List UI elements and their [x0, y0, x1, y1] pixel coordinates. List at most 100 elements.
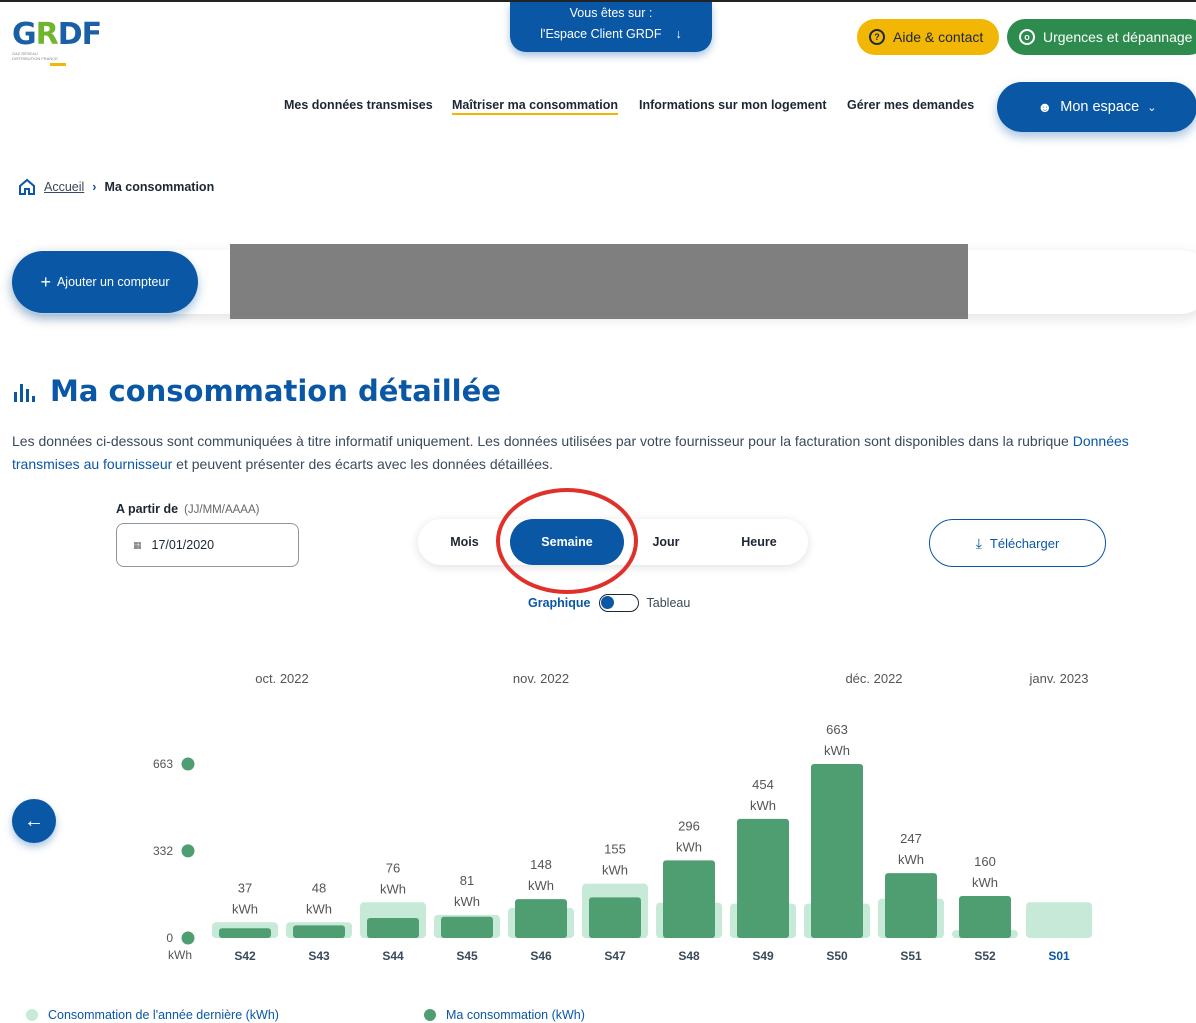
bar-my-consumption: [663, 860, 715, 938]
add-compteur-button[interactable]: + Ajouter un compteur: [12, 251, 198, 313]
bar-unit-label: kWh: [232, 901, 258, 916]
bar-unit-label: kWh: [676, 839, 702, 854]
toggle-graphique[interactable]: Graphique: [528, 596, 591, 610]
bar-value-label: 663: [826, 722, 848, 737]
bar-chart-icon: [14, 384, 35, 402]
month-label: oct. 2022: [255, 671, 309, 686]
x-tick-label: S45: [456, 949, 478, 963]
date-format: (JJ/MM/AAAA): [184, 504, 260, 516]
x-tick-label: S50: [826, 949, 848, 963]
bar-my-consumption: [441, 916, 493, 938]
y-tick-dot: [181, 757, 195, 771]
page-description: Les données ci-dessous sont communiquées…: [12, 430, 1182, 476]
bar-value-label: 155: [604, 842, 626, 857]
month-label: nov. 2022: [513, 671, 569, 686]
bar-value-label: 48: [312, 880, 326, 895]
calendar-icon: ▦: [133, 539, 142, 550]
nav-informations-logement[interactable]: Informations sur mon logement: [639, 98, 827, 112]
y-tick-label: 0: [166, 931, 173, 945]
x-tick-label: S42: [234, 949, 256, 963]
aide-contact-button[interactable]: ? Aide & contact: [857, 19, 999, 55]
date-field[interactable]: ▦ 17/01/2020: [116, 523, 299, 567]
home-icon: [19, 178, 35, 195]
user-icon: ☻: [1037, 99, 1053, 115]
x-tick-label: S44: [382, 949, 404, 963]
bar-value-label: 76: [386, 860, 400, 875]
page-title: Ma consommation détaillée: [50, 374, 501, 408]
period-heure[interactable]: Heure: [710, 519, 808, 565]
x-tick-label: S43: [308, 949, 330, 963]
chevron-right-icon: ›: [92, 180, 97, 194]
bar-my-consumption: [885, 873, 937, 938]
month-label: janv. 2023: [1028, 671, 1088, 686]
legend-last-year-label: Consommation de l'année dernière (kWh): [48, 1008, 279, 1022]
view-toggle-row: Graphique Tableau: [528, 594, 690, 612]
bar-unit-label: kWh: [750, 798, 776, 813]
bar-my-consumption: [367, 918, 419, 938]
question-icon: ?: [869, 29, 885, 45]
bar-unit-label: kWh: [528, 878, 554, 893]
bar-my-consumption: [959, 896, 1011, 938]
nav-mes-donnees[interactable]: Mes données transmises: [284, 98, 433, 112]
legend-my-consumption-label: Ma consommation (kWh): [446, 1008, 585, 1022]
bar-unit-label: kWh: [602, 863, 628, 878]
breadcrumb-current: Ma consommation: [104, 180, 215, 194]
date-label-text: A partir de: [116, 502, 179, 516]
breadcrumb: Accueil › Ma consommation: [18, 178, 214, 196]
y-tick-label: 332: [153, 844, 173, 858]
download-label: Télécharger: [989, 535, 1060, 551]
y-tick-dot: [181, 931, 195, 945]
x-tick-label: S51: [900, 949, 922, 963]
mon-espace-button[interactable]: ☻ Mon espace ⌄: [997, 82, 1196, 132]
date-value: 17/01/2020: [151, 538, 215, 552]
bar-my-consumption: [293, 925, 345, 938]
nav-gerer-demandes[interactable]: Gérer mes demandes: [847, 98, 974, 112]
legend-last-year: Consommation de l'année dernière (kWh): [26, 1008, 279, 1022]
bar-unit-label: kWh: [454, 894, 480, 909]
plus-icon: +: [40, 271, 51, 292]
bar-value-label: 148: [530, 857, 552, 872]
bar-last-year: [1026, 902, 1092, 938]
y-tick-label: 663: [153, 757, 173, 771]
bar-my-consumption: [811, 764, 863, 938]
x-tick-label: S49: [752, 949, 774, 963]
desc-part2: et peuvent présenter des écarts avec les…: [172, 456, 553, 472]
bar-my-consumption: [219, 928, 271, 938]
date-label: A partir de (JJ/MM/AAAA): [116, 502, 259, 516]
annotation-circle: [496, 488, 638, 594]
urgences-button[interactable]: o Urgences et dépannage: [1007, 19, 1196, 55]
bar-value-label: 296: [678, 818, 700, 833]
bar-unit-label: kWh: [898, 852, 924, 867]
redacted-area: [230, 244, 968, 319]
bar-value-label: 454: [752, 777, 774, 792]
nav-maitriser-consommation[interactable]: Maîtriser ma consommation: [452, 98, 619, 115]
urgences-label: Urgences et dépannage: [1043, 29, 1193, 45]
espace-client-tab[interactable]: Vous êtes sur : l'Espace Client GRDF ↓: [510, 2, 712, 52]
bar-value-label: 81: [460, 873, 474, 888]
bar-value-label: 247: [900, 831, 922, 846]
x-tick-label: S48: [678, 949, 700, 963]
y-tick-dot: [181, 844, 195, 858]
espace-line2: l'Espace Client GRDF: [540, 27, 662, 41]
legend-my-consumption-swatch: [424, 1009, 436, 1021]
y-unit-label: kWh: [168, 948, 192, 962]
view-toggle[interactable]: [598, 594, 639, 612]
x-tick-label: S01: [1048, 949, 1070, 963]
lifebuoy-icon: o: [1019, 29, 1035, 45]
download-button[interactable]: ⤓ Télécharger: [929, 519, 1106, 567]
espace-line1: Vous êtes sur :: [569, 6, 653, 20]
bar-unit-label: kWh: [306, 901, 332, 916]
bar-my-consumption: [589, 897, 641, 938]
x-tick-label: S47: [604, 949, 626, 963]
section-title: Ma consommation détaillée: [12, 374, 501, 408]
bar-my-consumption: [737, 818, 789, 938]
aide-contact-label: Aide & contact: [893, 29, 984, 45]
x-tick-label: S52: [974, 949, 996, 963]
grdf-logo[interactable]: GRDF GAZ RÉSEAU DISTRIBUTION FRANCE: [12, 20, 112, 70]
breadcrumb-home-link[interactable]: Accueil: [44, 180, 84, 194]
bar-unit-label: kWh: [824, 743, 850, 758]
bar-value-label: 160: [974, 854, 996, 869]
toggle-knob: [600, 596, 614, 609]
toggle-tableau[interactable]: Tableau: [647, 596, 691, 610]
mon-espace-label: Mon espace: [1060, 99, 1140, 115]
